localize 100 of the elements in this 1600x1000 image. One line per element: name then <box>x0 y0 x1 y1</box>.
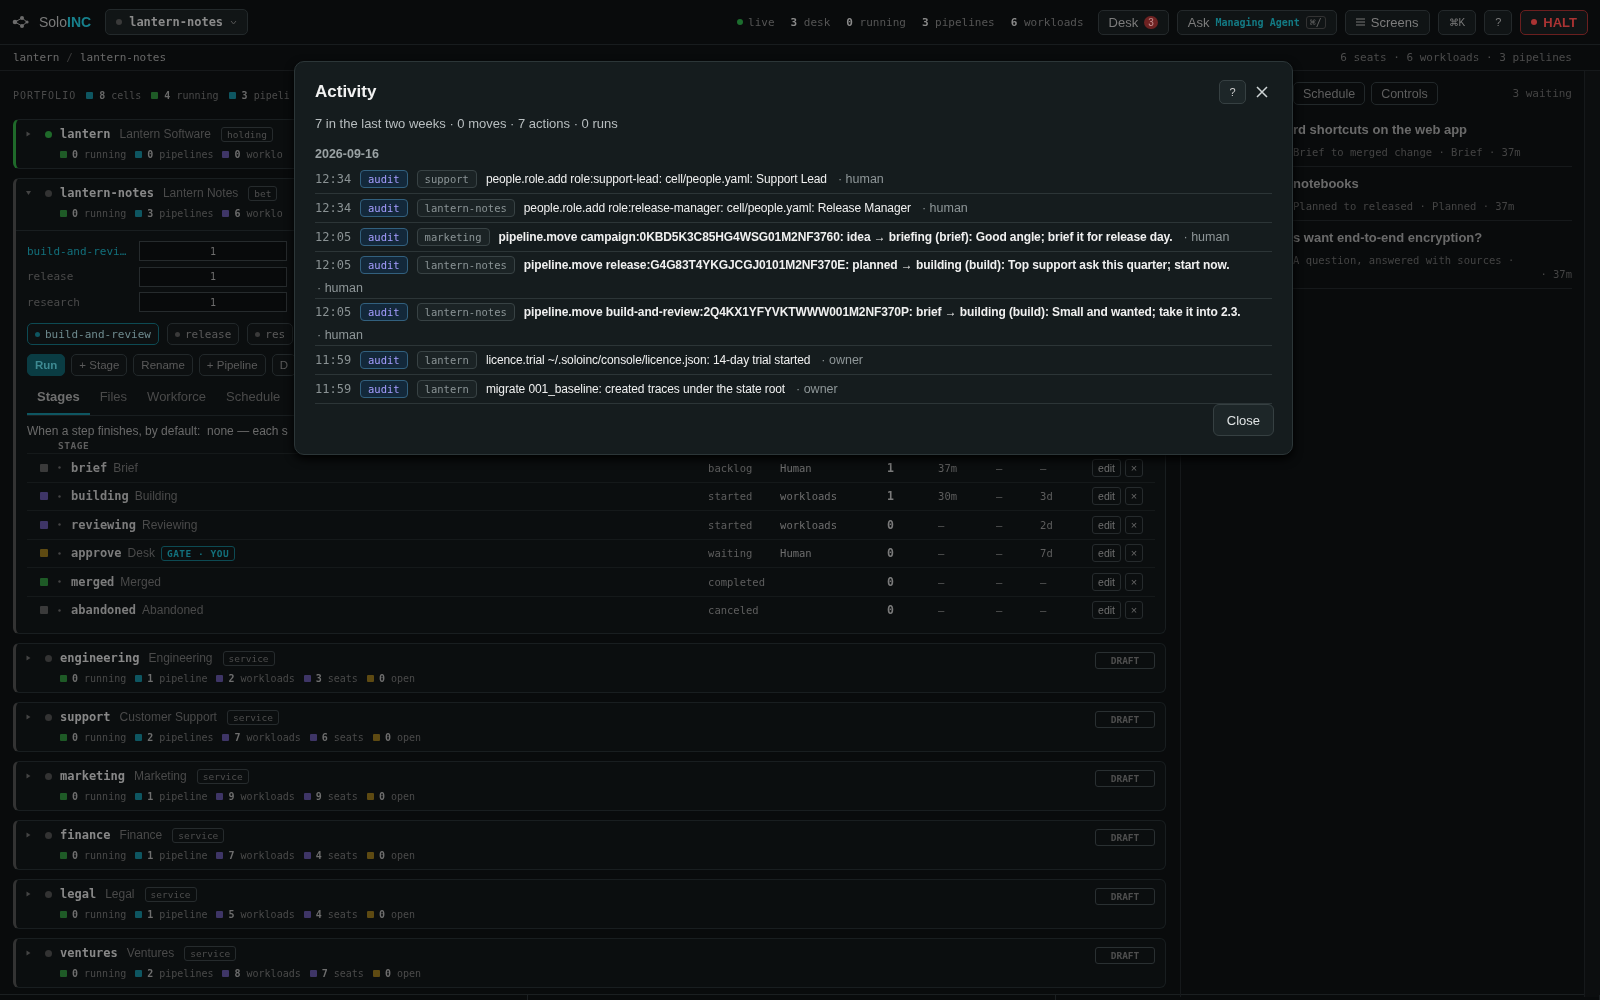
stat-text: 8 cells <box>99 89 142 101</box>
stage-count: 0 <box>887 546 895 561</box>
category-tag: audit <box>360 351 408 369</box>
stat-text: 9 seats <box>315 790 358 802</box>
item-title[interactable]: s want end-to-end encryption? <box>1293 230 1572 248</box>
cell-name[interactable]: ventures <box>60 946 118 960</box>
pipeline-name[interactable]: build-and-revi… <box>27 244 139 258</box>
item-title[interactable]: notebooks <box>1293 176 1572 194</box>
draft-button[interactable]: DRAFT <box>1095 651 1155 669</box>
pipeline-tab[interactable]: release <box>166 323 240 345</box>
cell-title: Engineering <box>148 651 213 665</box>
stat-text: 6 worklo <box>234 207 283 219</box>
project-selector[interactable]: lantern-notes <box>105 9 249 35</box>
section-tab[interactable]: Workforce <box>137 380 217 415</box>
cell-name[interactable]: support <box>60 710 111 724</box>
stage-title: Desk <box>127 546 155 561</box>
stat-text: 3 seats <box>315 672 358 684</box>
pipeline-tab[interactable]: build-and-review <box>27 323 159 345</box>
remove-button[interactable]: × <box>1125 601 1143 620</box>
close-button[interactable]: Close <box>1212 404 1274 436</box>
stat-text: 0 worklo <box>234 148 283 160</box>
entry-text: licence.trial ~/.soloinc/console/licence.json: 14-day trial started <box>485 353 811 367</box>
remove-button[interactable]: × <box>1125 544 1143 563</box>
item-title[interactable]: rd shortcuts on the web app <box>1293 122 1572 140</box>
command-button[interactable]: ⌘K <box>1437 9 1477 35</box>
stage-state: completed <box>708 575 766 588</box>
breadcrumb-link[interactable]: lantern-notes <box>80 51 167 64</box>
cell-name[interactable]: finance <box>60 828 111 842</box>
scope-tag: lantern-notes <box>416 256 515 274</box>
stage-owner: Human <box>780 547 813 560</box>
list-icon <box>1355 18 1365 26</box>
dialog-title: Activity <box>315 82 377 102</box>
draft-button[interactable]: DRAFT <box>1095 710 1155 728</box>
stat-text: 2 pipelines <box>147 731 214 743</box>
halt-button[interactable]: HALT <box>1520 9 1588 35</box>
count-field[interactable]: 1 <box>139 266 287 287</box>
scope-tag: lantern-notes <box>416 199 515 217</box>
desk-button[interactable]: Desk 3 <box>1097 9 1169 35</box>
draft-button[interactable]: DRAFT <box>1095 828 1155 846</box>
section-tab[interactable]: Stages <box>27 380 90 415</box>
stage-name: building <box>71 489 129 504</box>
stage-age: 37m <box>938 461 959 474</box>
action-button[interactable]: Run <box>27 354 66 376</box>
pipeline-tab[interactable]: res <box>247 323 294 345</box>
remove-button[interactable]: × <box>1125 487 1143 506</box>
draft-button[interactable]: DRAFT <box>1095 769 1155 787</box>
action-button[interactable]: Rename <box>133 354 193 376</box>
stage-title: Abandoned <box>142 603 204 618</box>
stage-title: Merged <box>120 574 162 589</box>
section-tab[interactable]: Files <box>89 380 138 415</box>
action-button[interactable]: + Pipeline <box>198 354 266 376</box>
entry-actor: · human <box>921 201 968 215</box>
category-tag: audit <box>360 303 408 321</box>
stage-count: 0 <box>887 517 895 532</box>
table-cell-text: — <box>996 518 1004 531</box>
remove-button[interactable]: × <box>1125 572 1143 591</box>
edit-button[interactable]: edit <box>1092 487 1121 506</box>
edit-button[interactable]: edit <box>1092 515 1121 534</box>
help-button[interactable]: ? <box>1219 80 1246 104</box>
edit-button[interactable]: edit <box>1092 601 1121 620</box>
edit-button[interactable]: edit <box>1092 458 1121 477</box>
scope-tag: lantern <box>416 380 477 398</box>
portfolio-label: PORTFOLIO <box>13 89 77 101</box>
draft-button[interactable]: DRAFT <box>1095 946 1155 964</box>
screens-button[interactable]: Screens <box>1344 9 1430 35</box>
entry-actor: · human <box>837 172 884 186</box>
cell-name[interactable]: lantern <box>60 127 111 141</box>
count-field[interactable]: 1 <box>139 241 287 261</box>
section-tab[interactable]: Schedule <box>216 380 291 415</box>
stage-name: brief <box>71 460 108 475</box>
cell-name[interactable]: legal <box>60 887 97 901</box>
entry-time: 11:59 <box>315 353 351 367</box>
cell-name[interactable]: marketing <box>60 769 126 783</box>
table-cell-text: — <box>996 604 1004 617</box>
remove-button[interactable]: × <box>1125 458 1143 477</box>
stat-text: 0 running <box>72 207 127 219</box>
draft-button[interactable]: DRAFT <box>1095 887 1155 905</box>
action-button[interactable]: + Stage <box>71 354 128 376</box>
stage-age: — <box>938 575 946 588</box>
column-header: STAGE <box>58 440 90 451</box>
cell-title: Ventures <box>126 946 175 960</box>
cell-name[interactable]: engineering <box>60 651 140 665</box>
stat-text: 0 running <box>72 672 127 684</box>
pipeline-name[interactable]: release <box>27 270 139 283</box>
help-button[interactable]: ? <box>1484 9 1513 35</box>
gate-tag: GATE · YOU <box>160 545 236 561</box>
breadcrumb-link[interactable]: lantern <box>13 51 60 64</box>
pipeline-name[interactable]: research <box>27 295 139 309</box>
edit-button[interactable]: edit <box>1092 572 1121 591</box>
cell-name[interactable]: lantern-notes <box>60 186 154 200</box>
remove-button[interactable]: × <box>1125 515 1143 534</box>
action-button[interactable]: D <box>271 354 296 376</box>
ask-button[interactable]: Ask Managing Agent ⌘/ <box>1176 9 1337 35</box>
stage-age: 30m <box>938 490 959 503</box>
count-field[interactable]: 1 <box>139 292 287 312</box>
stat-text: 8 workloads <box>234 967 301 979</box>
panel-tab[interactable]: Controls <box>1371 82 1438 105</box>
stat-text: 2 pipelines <box>147 967 214 979</box>
category-tag: audit <box>360 256 408 274</box>
edit-button[interactable]: edit <box>1092 544 1121 563</box>
